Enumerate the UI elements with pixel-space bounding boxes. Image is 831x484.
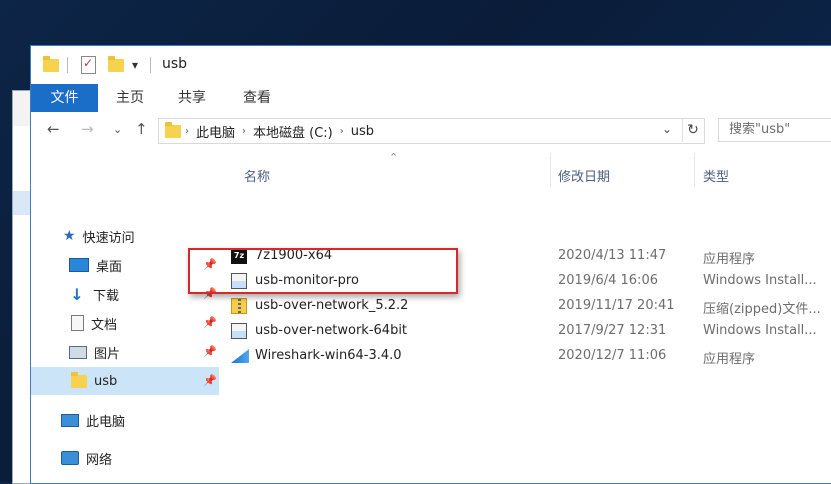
pin-icon[interactable]: 📌 — [203, 316, 217, 329]
table-row[interactable]: usb-over-network_5.2.2 2019/11/17 20:41 … — [219, 294, 831, 318]
nav-pictures[interactable]: 图片 📌 — [31, 338, 219, 366]
navigation-pane: ★ 快速访问 桌面 📌 ↓ 下载 📌 文档 📌 图片 📌 usb 📌 此电脑 网… — [31, 148, 219, 483]
pin-icon[interactable]: 📌 — [203, 374, 217, 387]
refresh-icon[interactable]: ↻ — [682, 118, 703, 142]
tab-view[interactable]: 查看 — [243, 84, 271, 112]
customize-toolbar-icon[interactable]: ▾ — [132, 56, 138, 74]
table-row[interactable]: Wireshark-win64-3.4.0 2020/12/7 11:06 应用… — [219, 344, 831, 368]
breadcrumb-this-pc[interactable]: 此电脑 — [196, 122, 235, 141]
background-window-selection — [13, 191, 31, 215]
properties-icon[interactable] — [81, 56, 96, 74]
highlight-box — [188, 248, 458, 294]
nav-item-label: 快速访问 — [82, 230, 135, 246]
title-separator — [150, 56, 151, 74]
folder-icon — [71, 371, 87, 388]
nav-documents[interactable]: 文档 📌 — [31, 309, 219, 337]
file-date: 2017/9/27 12:31 — [558, 323, 667, 338]
star-icon: ★ — [63, 228, 76, 244]
nav-usb[interactable]: usb 📌 — [31, 367, 219, 395]
nav-item-label: 网络 — [86, 452, 113, 468]
column-header-type[interactable]: 类型 — [703, 166, 729, 186]
breadcrumb-chevron-icon[interactable]: › — [242, 126, 246, 137]
column-header-name[interactable]: 名称 — [244, 166, 270, 186]
up-arrow-icon[interactable]: ↑ — [135, 120, 148, 138]
breadcrumb-usb[interactable]: usb — [351, 124, 374, 139]
forward-arrow-icon[interactable]: → — [81, 120, 94, 138]
documents-icon — [71, 315, 84, 331]
file-name: Wireshark-win64-3.4.0 — [255, 348, 402, 363]
search-input[interactable]: 搜索"usb" — [718, 118, 831, 142]
breadcrumb-local-disk[interactable]: 本地磁盘 (C:) — [253, 122, 333, 141]
file-type: 应用程序 — [703, 252, 756, 267]
file-name: usb-over-network_5.2.2 — [255, 298, 409, 313]
wireshark-icon — [231, 349, 249, 363]
column-header-date[interactable]: 修改日期 — [558, 166, 610, 186]
download-icon: ↓ — [70, 284, 84, 304]
file-type: Windows Install... — [703, 273, 817, 288]
tab-share[interactable]: 共享 — [178, 84, 206, 112]
network-icon — [61, 451, 79, 465]
nav-item-label: 下载 — [93, 288, 120, 304]
file-date: 2019/6/4 16:06 — [558, 273, 658, 288]
recent-locations-chevron-icon[interactable]: ⌄ — [113, 123, 122, 136]
tab-home[interactable]: 主页 — [116, 84, 144, 112]
pin-icon[interactable]: 📌 — [203, 345, 217, 358]
pictures-icon — [69, 345, 87, 359]
nav-item-label: 图片 — [94, 346, 121, 362]
breadcrumb-chevron-icon[interactable]: › — [340, 126, 344, 137]
quick-access-separator — [67, 56, 68, 74]
title-bar: ▾ usb — [31, 46, 831, 84]
breadcrumb-chevron-icon[interactable]: › — [185, 126, 189, 137]
file-date: 2020/4/13 11:47 — [558, 248, 667, 263]
address-dropdown-icon[interactable]: ⌄ — [662, 122, 672, 136]
column-divider[interactable] — [550, 153, 551, 187]
desktop-icon — [69, 258, 89, 272]
sort-ascending-icon: ⌃ — [389, 151, 399, 164]
table-row[interactable]: usb-over-network-64bit 2017/9/27 12:31 W… — [219, 319, 831, 343]
quick-access-folder-icon[interactable] — [43, 55, 59, 74]
nav-network[interactable]: 网络 — [31, 444, 219, 472]
address-folder-icon — [165, 121, 181, 138]
ribbon: 文件 主页 共享 查看 — [31, 84, 831, 113]
pc-icon — [61, 413, 79, 427]
file-type: 压缩(zipped)文件... — [703, 302, 821, 317]
new-folder-icon[interactable] — [108, 55, 124, 74]
nav-item-label: 文档 — [91, 317, 118, 333]
file-date: 2020/12/7 11:06 — [558, 348, 667, 363]
back-arrow-icon[interactable]: ← — [47, 120, 60, 138]
nav-this-pc[interactable]: 此电脑 — [31, 406, 219, 434]
file-type: Windows Install... — [703, 323, 817, 338]
zip-icon — [231, 298, 247, 314]
nav-item-label: usb — [94, 373, 118, 389]
file-date: 2019/11/17 20:41 — [558, 298, 675, 313]
msi-icon — [231, 323, 247, 339]
file-name: usb-over-network-64bit — [255, 323, 408, 338]
nav-item-label: 桌面 — [96, 259, 123, 275]
address-bar[interactable]: › 此电脑 › 本地磁盘 (C:) › usb — [158, 118, 705, 144]
tab-file[interactable]: 文件 — [31, 84, 98, 112]
address-row: ← → ⌄ ↑ › 此电脑 › 本地磁盘 (C:) › usb ⌄ ↻ 搜索"u… — [31, 112, 831, 148]
nav-quick-access[interactable]: ★ 快速访问 — [31, 222, 219, 250]
window-title: usb — [162, 56, 188, 72]
file-type: 应用程序 — [703, 352, 756, 367]
nav-item-label: 此电脑 — [86, 414, 126, 430]
file-list: ⌃ 名称 修改日期 类型 7z 7z1900-x64 2020/4/13 11:… — [219, 148, 831, 483]
column-divider[interactable] — [694, 153, 695, 187]
